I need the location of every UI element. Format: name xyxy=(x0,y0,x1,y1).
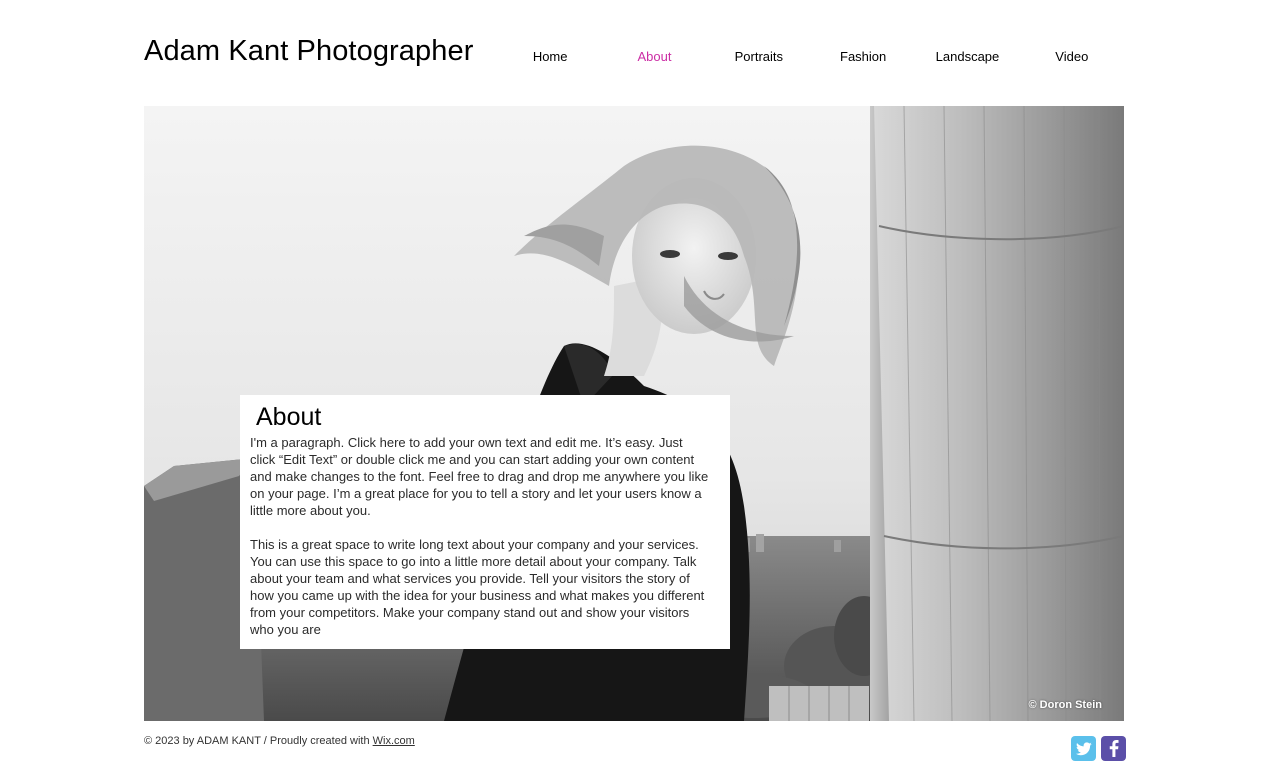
footer-copyright: © 2023 by ADAM KANT / Proudly created wi… xyxy=(144,735,415,747)
wix-link[interactable]: Wix.com xyxy=(373,735,415,747)
twitter-bird-icon xyxy=(1075,741,1092,755)
nav-portraits[interactable]: Portraits xyxy=(707,46,811,68)
about-paragraph-2: This is a great space to write long text… xyxy=(250,537,705,637)
nav-video[interactable]: Video xyxy=(1020,46,1124,68)
photo-credit: © Doron Stein xyxy=(1028,699,1103,711)
site-title[interactable]: Adam Kant Photographer xyxy=(144,35,473,68)
nav-fashion[interactable]: Fashion xyxy=(811,46,915,68)
nav-about[interactable]: About xyxy=(602,46,706,68)
about-heading: About xyxy=(256,403,322,431)
about-paragraph-1: I'm a paragraph. Click here to add your … xyxy=(250,435,709,518)
main-nav: Home About Portraits Fashion Landscape V… xyxy=(498,46,1124,68)
facebook-f-icon xyxy=(1109,740,1119,757)
facebook-icon[interactable] xyxy=(1101,736,1126,761)
nav-landscape[interactable]: Landscape xyxy=(915,46,1019,68)
nav-home[interactable]: Home xyxy=(498,46,602,68)
footer-copyright-text: © 2023 by ADAM KANT / Proudly created wi… xyxy=(144,735,373,747)
social-bar xyxy=(1071,736,1126,761)
twitter-icon[interactable] xyxy=(1071,736,1096,761)
about-card: About I'm a paragraph. Click here to add… xyxy=(240,395,730,649)
page: Adam Kant Photographer Home About Portra… xyxy=(0,0,1267,780)
about-body: I'm a paragraph. Click here to add your … xyxy=(250,434,710,655)
